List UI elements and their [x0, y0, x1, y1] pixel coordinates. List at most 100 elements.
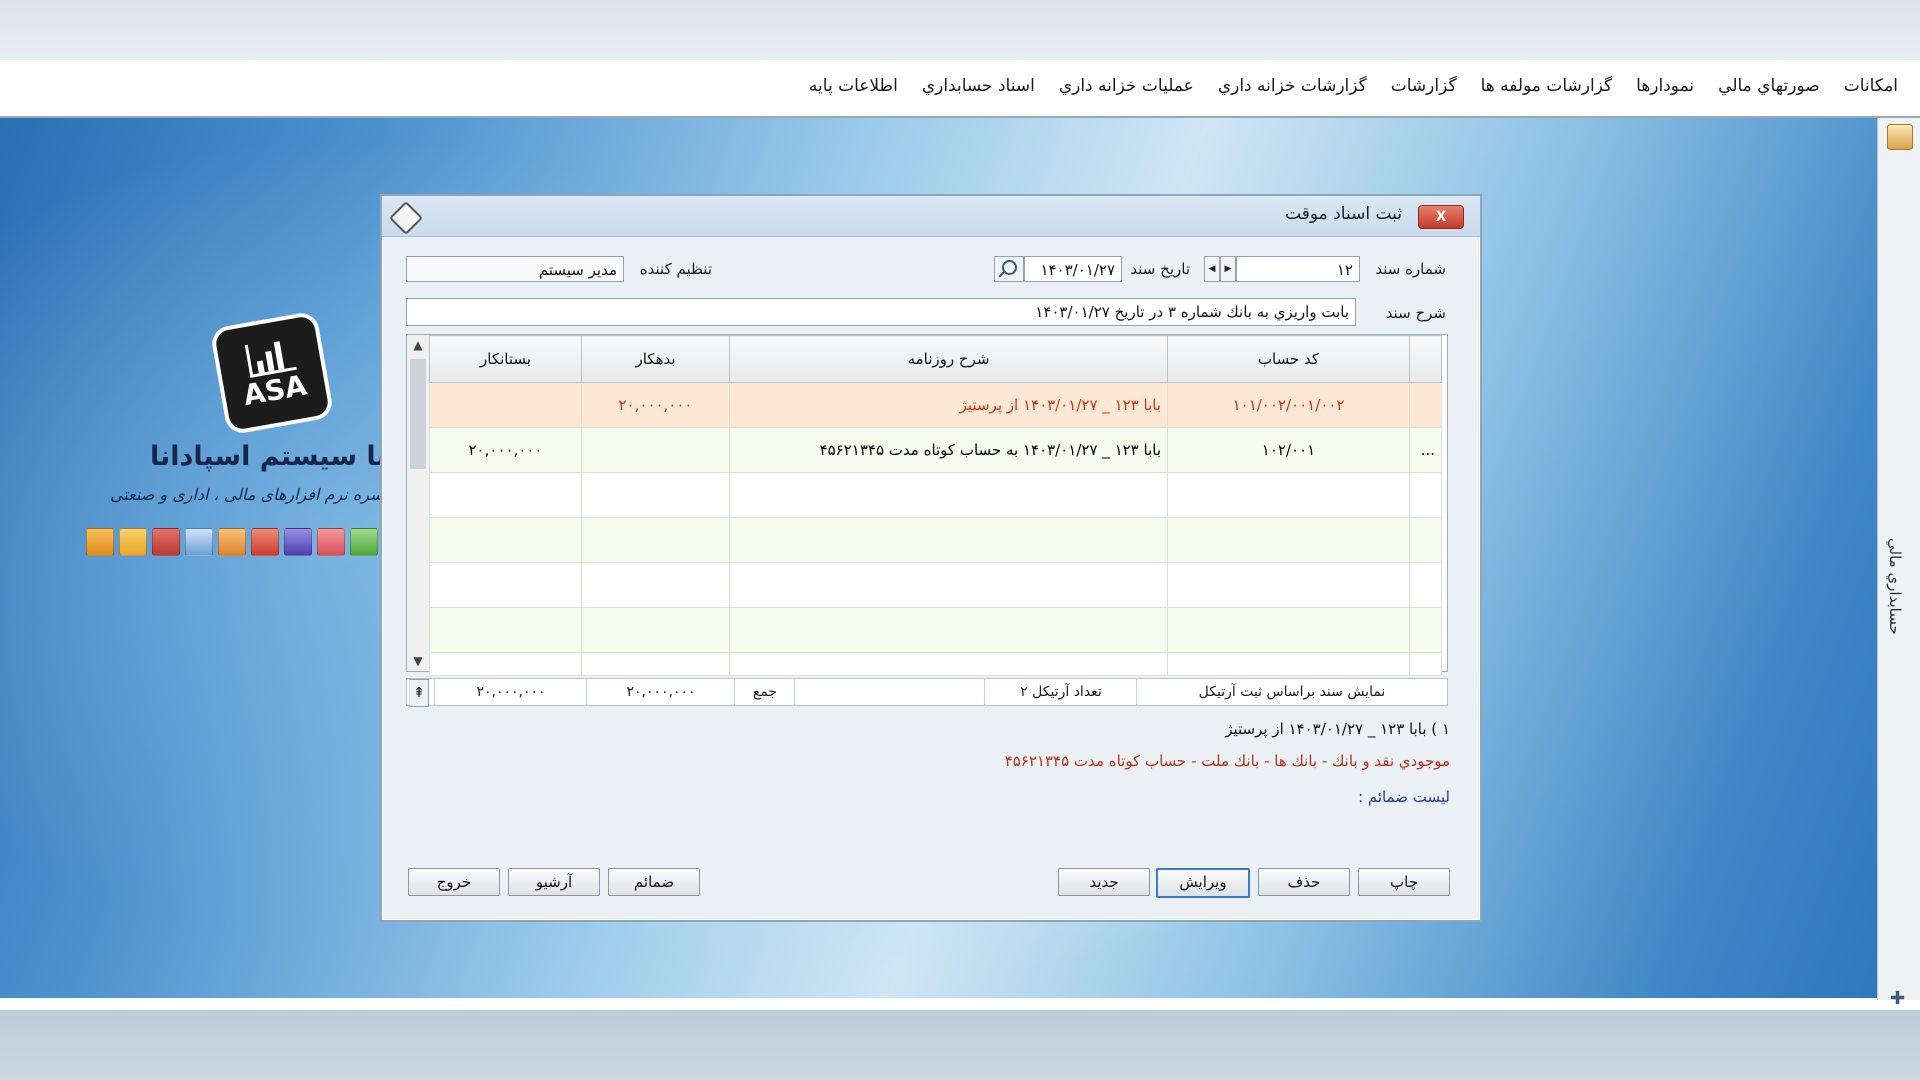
creator-field: مدير سيستم [406, 256, 624, 282]
disc-icon[interactable] [284, 528, 312, 556]
next-doc-button[interactable]: ▶ [1220, 256, 1236, 282]
creator-label: تنظيم كننده [639, 260, 712, 278]
cell-credit[interactable] [429, 652, 582, 676]
window-icon[interactable] [1887, 124, 1913, 150]
cell-credit[interactable] [429, 517, 582, 563]
debit-total: ۲۰,۰۰۰,۰۰۰ [586, 679, 735, 705]
print-button[interactable]: چاپ [1358, 868, 1450, 896]
cell-journal[interactable]: بابا ۱۲۳ _ ۱۴۰۳/۰۱/۲۷ از پرستيژ [729, 382, 1168, 428]
table-row[interactable] [429, 472, 1442, 518]
row-marker[interactable] [1409, 517, 1442, 563]
cell-account[interactable] [1167, 562, 1410, 608]
close-button[interactable]: X [1418, 205, 1464, 229]
scroll-up-icon[interactable]: ▲ [407, 335, 429, 355]
cell-journal[interactable] [729, 607, 1168, 653]
footer-options-icon[interactable]: ⇞ [409, 679, 429, 707]
cell-credit[interactable] [429, 562, 582, 608]
prev-doc-button[interactable]: ◀ [1204, 256, 1220, 282]
doc-desc-field[interactable]: بابت واريزي به بانك شماره ۳ در تاريخ ۱۴۰… [406, 298, 1356, 326]
calendar-icon[interactable] [185, 528, 213, 556]
view-mode-label[interactable]: نمايش سند براساس ثبت آرتيكل [1136, 679, 1447, 705]
selected-account-path: موجودي نقد و بانك - بانك ها - بانك ملت -… [1004, 752, 1450, 770]
cell-credit[interactable] [429, 382, 582, 428]
cell-account[interactable] [1167, 607, 1410, 653]
cell-journal[interactable]: بابا ۱۲۳ _ ۱۴۰۳/۰۱/۲۷ به حساب كوتاه مدت … [729, 427, 1168, 473]
menu-financial-statements[interactable]: صورتهاي مالي [1716, 72, 1822, 100]
quick-toolbar [86, 528, 378, 556]
users-icon[interactable] [218, 528, 246, 556]
dialog-titlebar[interactable]: ثبت اسناد موقت X [382, 196, 1480, 237]
menu-treasury-ops[interactable]: عمليات خزانه داري [1057, 72, 1196, 100]
grid-footer: ⇞ نمايش سند براساس ثبت آرتيكل تعداد آرتي… [406, 678, 1448, 707]
cell-journal[interactable] [729, 652, 1168, 676]
menu-accounting-docs[interactable]: اسناد حسابداري [920, 72, 1037, 100]
attachments-button[interactable]: ضمائم [608, 868, 700, 896]
row-marker[interactable]: ... [1409, 427, 1442, 473]
factory-icon[interactable] [317, 528, 345, 556]
row-marker[interactable] [1409, 652, 1442, 676]
header-journal[interactable]: شرح روزنامه [729, 335, 1168, 383]
cell-account[interactable]: ۱۰۱/۰۰۲/۰۰۱/۰۰۲ [1167, 382, 1410, 428]
table-row[interactable] [429, 517, 1442, 563]
grid-icon[interactable] [251, 528, 279, 556]
star-icon[interactable] [119, 528, 147, 556]
cell-account[interactable] [1167, 472, 1410, 518]
edit-button[interactable]: ويرايش [1156, 868, 1250, 898]
cell-debit[interactable] [581, 652, 730, 676]
credit-total: ۲۰,۰۰۰,۰۰۰ [434, 679, 587, 705]
cell-debit[interactable] [581, 472, 730, 518]
table-row[interactable] [429, 652, 1442, 676]
cell-debit[interactable] [581, 427, 730, 473]
delete-button[interactable]: حذف [1258, 868, 1350, 896]
header-credit[interactable]: بستانكار [429, 335, 582, 383]
new-button[interactable]: جديد [1058, 868, 1150, 896]
doc-date-label: تاريخ سند [1130, 260, 1190, 278]
menu-base-info[interactable]: اطلاعات پايه [807, 72, 900, 100]
menu-features[interactable]: امكانات [1842, 72, 1900, 100]
cell-credit[interactable]: ۲۰,۰۰۰,۰۰۰ [429, 427, 582, 473]
row-marker[interactable] [1409, 562, 1442, 608]
cell-account[interactable]: ۱۰۲/۰۰۱ [1167, 427, 1410, 473]
cell-journal[interactable] [729, 517, 1168, 563]
cell-debit[interactable]: ۲۰,۰۰۰,۰۰۰ [581, 382, 730, 428]
table-row[interactable]: ۱۰۱/۰۰۲/۰۰۱/۰۰۲ بابا ۱۲۳ _ ۱۴۰۳/۰۱/۲۷ از… [429, 382, 1442, 428]
article-count: تعداد آرتيكل ۲ [984, 679, 1137, 705]
table-row[interactable] [429, 607, 1442, 653]
archive-button[interactable]: آرشيو [508, 868, 600, 896]
grid-scrollbar[interactable]: ▲ ▼ [407, 335, 430, 671]
dialog-app-icon [389, 201, 423, 235]
cell-credit[interactable] [429, 472, 582, 518]
row-marker[interactable] [1409, 382, 1442, 428]
date-search-button[interactable] [994, 256, 1024, 282]
cell-journal[interactable] [729, 472, 1168, 518]
menu-reports[interactable]: گزارشات [1389, 72, 1459, 100]
header-account[interactable]: كد حساب [1167, 335, 1410, 383]
cell-account[interactable] [1167, 652, 1410, 676]
cell-debit[interactable] [581, 562, 730, 608]
doc-date-field[interactable]: ۱۴۰۳/۰۱/۲۷ [1024, 256, 1122, 282]
table-row[interactable]: ... ۱۰۲/۰۰۱ بابا ۱۲۳ _ ۱۴۰۳/۰۱/۲۷ به حسا… [429, 427, 1442, 473]
home-icon[interactable] [350, 528, 378, 556]
table-row[interactable] [429, 562, 1442, 608]
scroll-thumb[interactable] [410, 359, 426, 469]
cell-debit[interactable] [581, 517, 730, 563]
doc-number-field[interactable]: ۱۲ [1236, 256, 1360, 282]
cell-journal[interactable] [729, 562, 1168, 608]
scroll-down-icon[interactable]: ▼ [407, 651, 429, 671]
row-marker[interactable] [1409, 607, 1442, 653]
plus-icon[interactable]: ✚ [1890, 988, 1905, 1009]
menu-component-reports[interactable]: گزارشات مولفه ها [1479, 72, 1615, 100]
header-debit[interactable]: بدهكار [581, 335, 730, 383]
truck-icon[interactable] [152, 528, 180, 556]
exit-button[interactable]: خروج [408, 868, 500, 896]
list-icon[interactable] [86, 528, 114, 556]
menu-treasury-reports[interactable]: گزارشات خزانه داري [1216, 72, 1369, 100]
cell-account[interactable] [1167, 517, 1410, 563]
menu-charts[interactable]: نمودارها [1634, 72, 1696, 100]
cell-debit[interactable] [581, 607, 730, 653]
attachments-list-label: ليست ضمائم : [1358, 788, 1450, 806]
row-marker[interactable] [1409, 472, 1442, 518]
side-panel-label[interactable]: حسابداري مالي [1886, 538, 1904, 635]
bottom-background-strip [0, 1010, 1920, 1080]
cell-credit[interactable] [429, 607, 582, 653]
